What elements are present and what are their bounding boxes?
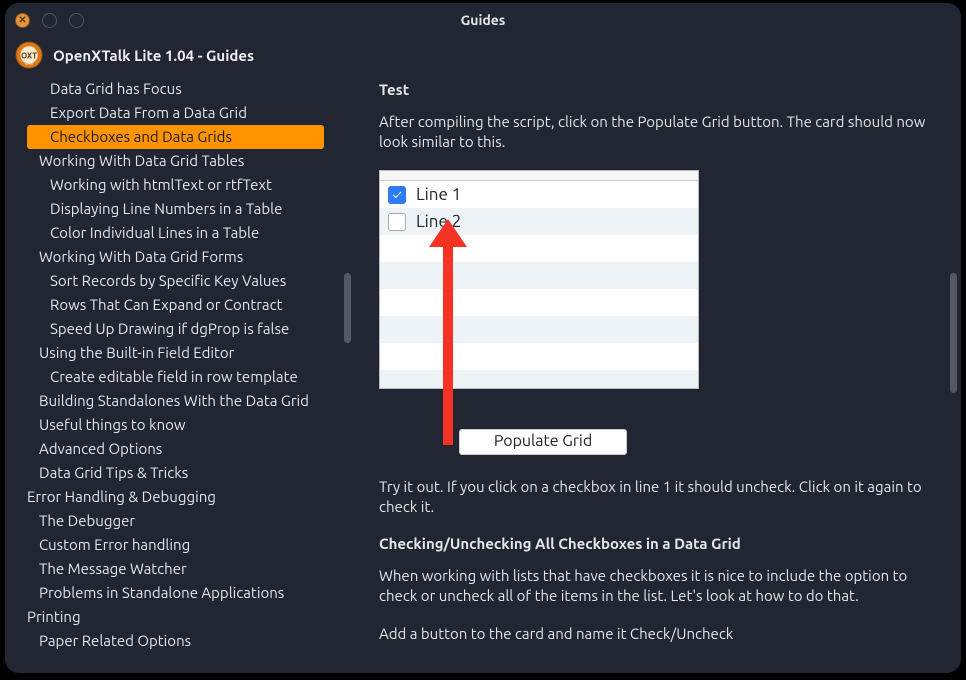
section-heading-test: Test bbox=[379, 81, 939, 98]
sidebar-item[interactable]: The Message Watcher bbox=[5, 557, 355, 581]
sidebar-item[interactable]: The Debugger bbox=[5, 509, 355, 533]
paragraph: Add a button to the card and name it Che… bbox=[379, 624, 939, 644]
arrow-stem bbox=[443, 245, 453, 445]
paragraph: After compiling the script, click on the… bbox=[379, 112, 939, 152]
grid-row: ✓ Line 1 bbox=[380, 181, 698, 208]
sidebar-item[interactable]: Useful things to know bbox=[5, 413, 355, 437]
sidebar-item[interactable]: Create editable field in row template bbox=[5, 365, 355, 389]
sidebar-item[interactable]: Data Grid has Focus bbox=[5, 77, 355, 101]
minimize-button[interactable] bbox=[42, 13, 57, 28]
grid-header-stub bbox=[380, 171, 698, 181]
populate-grid-button: Populate Grid bbox=[459, 429, 627, 455]
section-heading-checkall: Checking/Unchecking All Checkboxes in a … bbox=[379, 535, 939, 552]
sidebar-scrollbar-thumb[interactable] bbox=[344, 273, 351, 343]
sidebar-item[interactable]: Displaying Line Numbers in a Table bbox=[5, 197, 355, 221]
content-scrollbar-thumb[interactable] bbox=[950, 273, 957, 393]
checkbox-icon bbox=[388, 213, 406, 231]
sidebar-list: Data Grid has FocusExport Data From a Da… bbox=[5, 73, 355, 663]
maximize-button[interactable] bbox=[69, 13, 84, 28]
sidebar-item[interactable]: Working with htmlText or rtfText bbox=[5, 173, 355, 197]
sidebar-item[interactable]: Problems in Standalone Applications bbox=[5, 581, 355, 605]
sidebar-item[interactable]: Advanced Options bbox=[5, 437, 355, 461]
paragraph: When working with lists that have checkb… bbox=[379, 566, 939, 606]
grid-row bbox=[380, 343, 698, 370]
sidebar-item[interactable]: Export Data From a Data Grid bbox=[5, 101, 355, 125]
grid-row bbox=[380, 316, 698, 343]
sidebar-item[interactable]: Working With Data Grid Forms bbox=[5, 245, 355, 269]
sidebar-item[interactable]: Paper Related Options bbox=[5, 629, 355, 653]
sidebar-item[interactable]: Custom Error handling bbox=[5, 533, 355, 557]
grid-row: Line 2 bbox=[380, 208, 698, 235]
page-title: OpenXTalk Lite 1.04 - Guides bbox=[53, 47, 254, 64]
sidebar-item[interactable]: Color Individual Lines in a Table bbox=[5, 221, 355, 245]
figure: ✓ Line 1 Line 2 bbox=[379, 170, 939, 455]
window-controls: ✕ bbox=[15, 13, 84, 28]
checkbox-icon: ✓ bbox=[388, 186, 406, 204]
titlebar: ✕ Guides bbox=[5, 3, 961, 37]
paragraph: Try it out. If you click on a checkbox i… bbox=[379, 477, 939, 517]
grid-row bbox=[380, 370, 698, 388]
grid-row bbox=[380, 235, 698, 262]
sidebar-item[interactable]: Rows That Can Expand or Contract bbox=[5, 293, 355, 317]
svg-text:OXT: OXT bbox=[21, 53, 37, 61]
sidebar: Data Grid has FocusExport Data From a Da… bbox=[5, 73, 355, 673]
close-button[interactable]: ✕ bbox=[15, 13, 30, 28]
sidebar-item[interactable]: Printing bbox=[5, 605, 355, 629]
example-grid: ✓ Line 1 Line 2 bbox=[379, 170, 699, 389]
sidebar-item[interactable]: Working With Data Grid Tables bbox=[5, 149, 355, 173]
arrow-annotation: Populate Grid bbox=[379, 389, 699, 455]
app-icon: OXT Lite bbox=[15, 41, 43, 69]
svg-text:Lite: Lite bbox=[25, 61, 33, 66]
sidebar-item[interactable]: Error Handling & Debugging bbox=[5, 485, 355, 509]
grid-row bbox=[380, 262, 698, 289]
sidebar-item[interactable]: Speed Up Drawing if dgProp is false bbox=[5, 317, 355, 341]
sidebar-item[interactable]: Sort Records by Specific Key Values bbox=[5, 269, 355, 293]
sidebar-item[interactable]: Data Grid Tips & Tricks bbox=[5, 461, 355, 485]
window-title: Guides bbox=[5, 12, 961, 28]
row-label: Line 1 bbox=[416, 185, 461, 204]
window: ✕ Guides OXT Lite OpenXTalk Lite 1.04 - … bbox=[5, 3, 961, 673]
sidebar-item[interactable]: Using the Built-in Field Editor bbox=[5, 341, 355, 365]
body: Data Grid has FocusExport Data From a Da… bbox=[5, 73, 961, 673]
content-pane: Test After compiling the script, click o… bbox=[355, 73, 961, 673]
sidebar-item[interactable]: Building Standalones With the Data Grid bbox=[5, 389, 355, 413]
subheader: OXT Lite OpenXTalk Lite 1.04 - Guides bbox=[5, 37, 961, 73]
arrow-up-icon bbox=[429, 219, 467, 247]
grid-row bbox=[380, 289, 698, 316]
sidebar-item[interactable]: Checkboxes and Data Grids bbox=[27, 125, 324, 149]
